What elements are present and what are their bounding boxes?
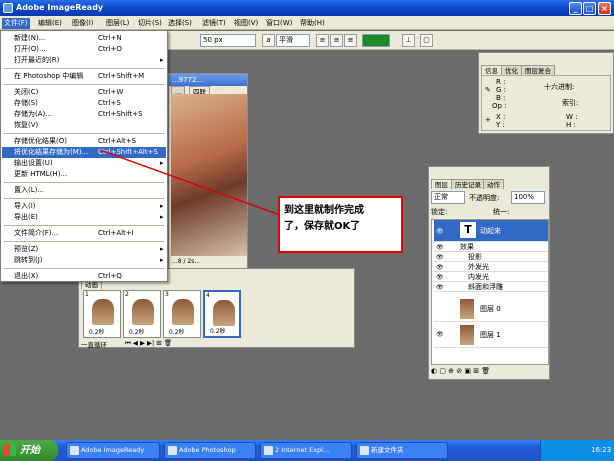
taskbar-ie[interactable]: 2 Internet Expl... [260,442,352,459]
folder-icon [360,446,369,455]
taskbar: 开始 Adobe ImageReady Adobe Photoshop 2 In… [0,440,614,461]
taskbar-label: Adobe Photoshop [179,446,236,454]
start-label: 开始 [20,445,40,456]
start-button[interactable]: 开始 [0,440,58,461]
taskbar-label: 新建文件夹 [371,446,404,454]
app-icon [70,446,79,455]
taskbar-label: Adobe ImageReady [81,446,145,454]
taskbar-folder[interactable]: 新建文件夹 [356,442,448,459]
windows-logo-icon [4,444,16,456]
taskbar-imageready[interactable]: Adobe ImageReady [66,442,160,459]
taskbar-label: 2 Internet Expl... [275,446,330,454]
system-tray: 16:23 [540,440,614,461]
callout-arrow-line [99,149,281,216]
app-icon [168,446,177,455]
taskbar-photoshop[interactable]: Adobe Photoshop [164,442,256,459]
callout-line-2: 了，保存就OK了 [284,221,361,232]
ie-icon [264,446,273,455]
callout-line-1: 到这里就制作完成 [284,205,364,216]
clock: 16:23 [591,446,612,454]
callout-note: 到这里就制作完成 了，保存就OK了 [278,196,403,253]
